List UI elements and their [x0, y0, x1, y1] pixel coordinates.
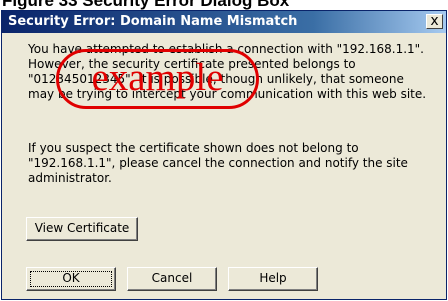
cancel-button[interactable]: Cancel	[127, 267, 217, 291]
dialog-title: Security Error: Domain Name Mismatch	[8, 14, 298, 29]
example-watermark: example	[56, 49, 259, 109]
security-error-dialog: Security Error: Domain Name Mismatch x Y…	[1, 10, 447, 300]
suspect-message: If you suspect the certificate shown doe…	[28, 141, 408, 185]
ok-button[interactable]: OK	[26, 267, 116, 291]
view-certificate-button[interactable]: View Certificate	[26, 217, 138, 241]
help-button[interactable]: Help	[228, 267, 318, 291]
close-icon: x	[430, 13, 439, 29]
watermark-text: example	[91, 56, 224, 99]
close-button[interactable]: x	[426, 14, 443, 29]
title-bar[interactable]: Security Error: Domain Name Mismatch x	[2, 11, 446, 33]
